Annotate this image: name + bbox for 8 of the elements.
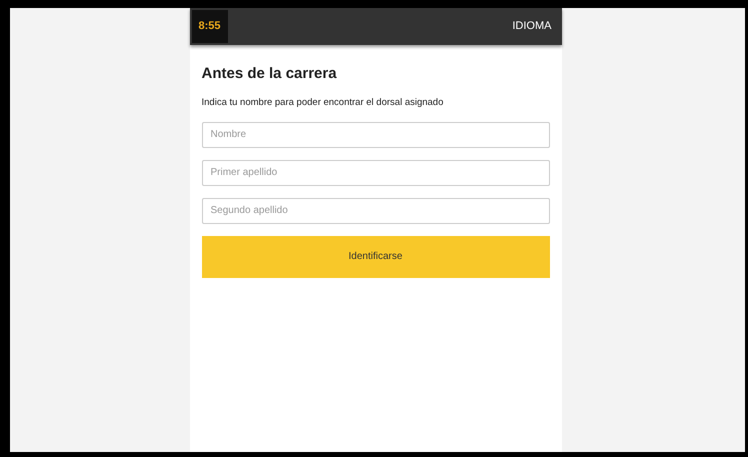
language-button[interactable]: IDIOMA (512, 18, 552, 35)
submit-button[interactable]: Identificarse (202, 236, 550, 278)
logo: 8:55 (192, 10, 228, 43)
input-field[interactable]: Primer apellido (202, 160, 550, 186)
input-field[interactable]: Segundo apellido (202, 198, 550, 224)
input-field[interactable]: Nombre (202, 122, 550, 148)
page-title: Antes de la carrera (202, 64, 338, 84)
instructions-text: Indica tu nombre para poder encontrar el dorsal asignado (202, 96, 444, 110)
